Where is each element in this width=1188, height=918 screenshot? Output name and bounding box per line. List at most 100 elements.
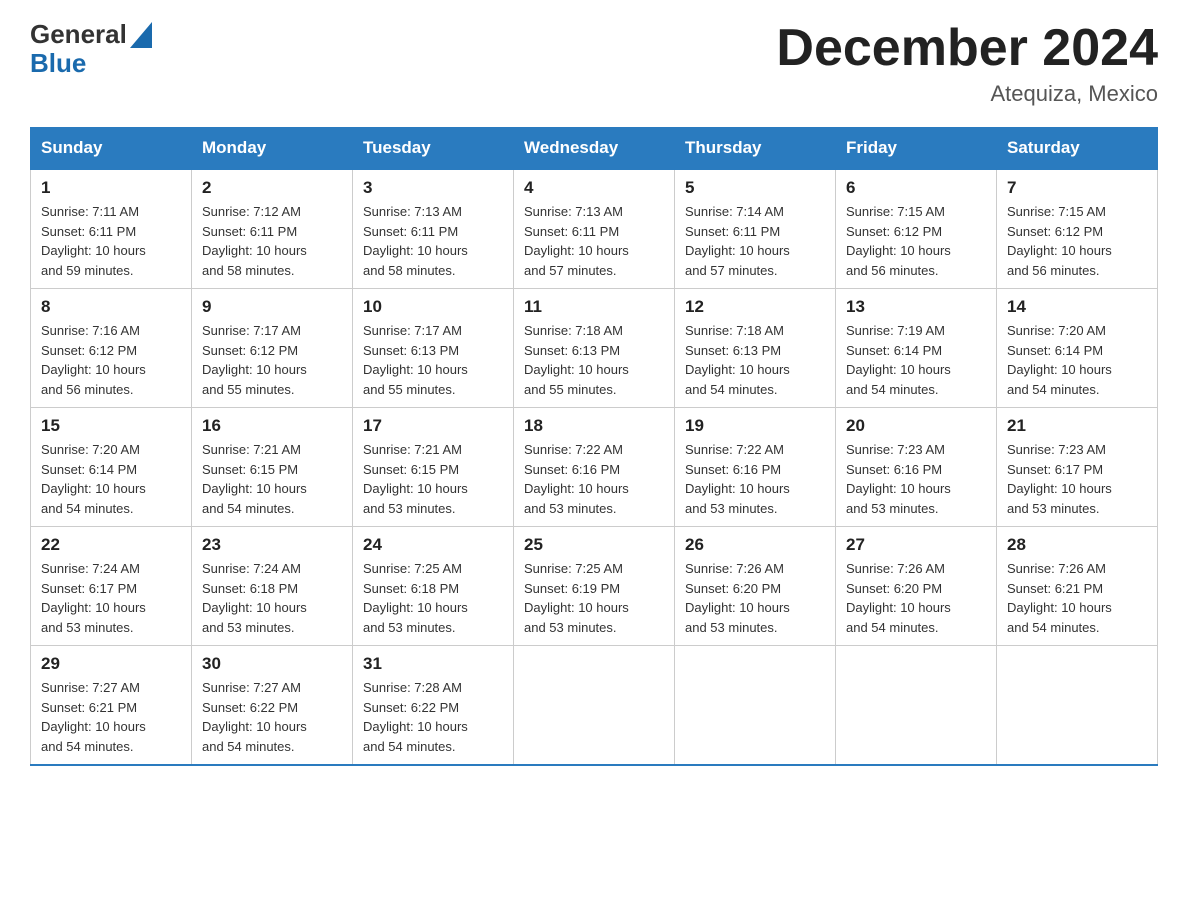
day-cell bbox=[997, 646, 1158, 766]
day-cell: 28 Sunrise: 7:26 AM Sunset: 6:21 PM Dayl… bbox=[997, 527, 1158, 646]
header-right: December 2024 Atequiza, Mexico bbox=[776, 20, 1158, 107]
day-info: Sunrise: 7:11 AM Sunset: 6:11 PM Dayligh… bbox=[41, 202, 181, 280]
header-cell-tuesday: Tuesday bbox=[353, 128, 514, 170]
day-cell: 22 Sunrise: 7:24 AM Sunset: 6:17 PM Dayl… bbox=[31, 527, 192, 646]
day-cell bbox=[514, 646, 675, 766]
day-info: Sunrise: 7:15 AM Sunset: 6:12 PM Dayligh… bbox=[1007, 202, 1147, 280]
logo-triangle-icon bbox=[130, 22, 152, 48]
location: Atequiza, Mexico bbox=[776, 81, 1158, 107]
header-row: SundayMondayTuesdayWednesdayThursdayFrid… bbox=[31, 128, 1158, 170]
day-info: Sunrise: 7:17 AM Sunset: 6:12 PM Dayligh… bbox=[202, 321, 342, 399]
day-number: 1 bbox=[41, 178, 181, 198]
day-info: Sunrise: 7:15 AM Sunset: 6:12 PM Dayligh… bbox=[846, 202, 986, 280]
day-number: 16 bbox=[202, 416, 342, 436]
day-info: Sunrise: 7:27 AM Sunset: 6:22 PM Dayligh… bbox=[202, 678, 342, 756]
day-cell: 18 Sunrise: 7:22 AM Sunset: 6:16 PM Dayl… bbox=[514, 408, 675, 527]
day-info: Sunrise: 7:17 AM Sunset: 6:13 PM Dayligh… bbox=[363, 321, 503, 399]
day-cell bbox=[836, 646, 997, 766]
day-info: Sunrise: 7:23 AM Sunset: 6:17 PM Dayligh… bbox=[1007, 440, 1147, 518]
header-cell-wednesday: Wednesday bbox=[514, 128, 675, 170]
day-number: 28 bbox=[1007, 535, 1147, 555]
day-info: Sunrise: 7:18 AM Sunset: 6:13 PM Dayligh… bbox=[685, 321, 825, 399]
day-number: 8 bbox=[41, 297, 181, 317]
day-number: 7 bbox=[1007, 178, 1147, 198]
day-cell: 31 Sunrise: 7:28 AM Sunset: 6:22 PM Dayl… bbox=[353, 646, 514, 766]
day-cell: 25 Sunrise: 7:25 AM Sunset: 6:19 PM Dayl… bbox=[514, 527, 675, 646]
day-info: Sunrise: 7:12 AM Sunset: 6:11 PM Dayligh… bbox=[202, 202, 342, 280]
logo-blue: Blue bbox=[30, 48, 86, 78]
day-info: Sunrise: 7:16 AM Sunset: 6:12 PM Dayligh… bbox=[41, 321, 181, 399]
day-cell: 2 Sunrise: 7:12 AM Sunset: 6:11 PM Dayli… bbox=[192, 169, 353, 289]
day-info: Sunrise: 7:13 AM Sunset: 6:11 PM Dayligh… bbox=[524, 202, 664, 280]
month-title: December 2024 bbox=[776, 20, 1158, 77]
day-info: Sunrise: 7:14 AM Sunset: 6:11 PM Dayligh… bbox=[685, 202, 825, 280]
day-info: Sunrise: 7:22 AM Sunset: 6:16 PM Dayligh… bbox=[524, 440, 664, 518]
header-cell-saturday: Saturday bbox=[997, 128, 1158, 170]
day-number: 25 bbox=[524, 535, 664, 555]
day-cell: 16 Sunrise: 7:21 AM Sunset: 6:15 PM Dayl… bbox=[192, 408, 353, 527]
day-cell: 15 Sunrise: 7:20 AM Sunset: 6:14 PM Dayl… bbox=[31, 408, 192, 527]
day-number: 3 bbox=[363, 178, 503, 198]
header-cell-thursday: Thursday bbox=[675, 128, 836, 170]
day-cell: 29 Sunrise: 7:27 AM Sunset: 6:21 PM Dayl… bbox=[31, 646, 192, 766]
day-info: Sunrise: 7:24 AM Sunset: 6:17 PM Dayligh… bbox=[41, 559, 181, 637]
day-cell: 9 Sunrise: 7:17 AM Sunset: 6:12 PM Dayli… bbox=[192, 289, 353, 408]
day-info: Sunrise: 7:21 AM Sunset: 6:15 PM Dayligh… bbox=[202, 440, 342, 518]
day-info: Sunrise: 7:27 AM Sunset: 6:21 PM Dayligh… bbox=[41, 678, 181, 756]
week-row-2: 8 Sunrise: 7:16 AM Sunset: 6:12 PM Dayli… bbox=[31, 289, 1158, 408]
day-number: 12 bbox=[685, 297, 825, 317]
day-info: Sunrise: 7:28 AM Sunset: 6:22 PM Dayligh… bbox=[363, 678, 503, 756]
day-info: Sunrise: 7:13 AM Sunset: 6:11 PM Dayligh… bbox=[363, 202, 503, 280]
day-info: Sunrise: 7:26 AM Sunset: 6:20 PM Dayligh… bbox=[846, 559, 986, 637]
day-number: 27 bbox=[846, 535, 986, 555]
day-number: 17 bbox=[363, 416, 503, 436]
day-number: 13 bbox=[846, 297, 986, 317]
week-row-5: 29 Sunrise: 7:27 AM Sunset: 6:21 PM Dayl… bbox=[31, 646, 1158, 766]
day-info: Sunrise: 7:21 AM Sunset: 6:15 PM Dayligh… bbox=[363, 440, 503, 518]
day-info: Sunrise: 7:24 AM Sunset: 6:18 PM Dayligh… bbox=[202, 559, 342, 637]
day-info: Sunrise: 7:20 AM Sunset: 6:14 PM Dayligh… bbox=[1007, 321, 1147, 399]
day-cell: 21 Sunrise: 7:23 AM Sunset: 6:17 PM Dayl… bbox=[997, 408, 1158, 527]
day-info: Sunrise: 7:19 AM Sunset: 6:14 PM Dayligh… bbox=[846, 321, 986, 399]
day-cell: 8 Sunrise: 7:16 AM Sunset: 6:12 PM Dayli… bbox=[31, 289, 192, 408]
day-number: 15 bbox=[41, 416, 181, 436]
day-cell: 19 Sunrise: 7:22 AM Sunset: 6:16 PM Dayl… bbox=[675, 408, 836, 527]
week-row-3: 15 Sunrise: 7:20 AM Sunset: 6:14 PM Dayl… bbox=[31, 408, 1158, 527]
day-cell: 17 Sunrise: 7:21 AM Sunset: 6:15 PM Dayl… bbox=[353, 408, 514, 527]
calendar-header: SundayMondayTuesdayWednesdayThursdayFrid… bbox=[31, 128, 1158, 170]
header-cell-sunday: Sunday bbox=[31, 128, 192, 170]
day-number: 4 bbox=[524, 178, 664, 198]
day-number: 5 bbox=[685, 178, 825, 198]
day-cell: 1 Sunrise: 7:11 AM Sunset: 6:11 PM Dayli… bbox=[31, 169, 192, 289]
day-number: 23 bbox=[202, 535, 342, 555]
day-info: Sunrise: 7:25 AM Sunset: 6:19 PM Dayligh… bbox=[524, 559, 664, 637]
day-number: 9 bbox=[202, 297, 342, 317]
day-cell: 13 Sunrise: 7:19 AM Sunset: 6:14 PM Dayl… bbox=[836, 289, 997, 408]
day-number: 14 bbox=[1007, 297, 1147, 317]
day-number: 20 bbox=[846, 416, 986, 436]
day-info: Sunrise: 7:26 AM Sunset: 6:21 PM Dayligh… bbox=[1007, 559, 1147, 637]
day-cell: 27 Sunrise: 7:26 AM Sunset: 6:20 PM Dayl… bbox=[836, 527, 997, 646]
day-cell: 14 Sunrise: 7:20 AM Sunset: 6:14 PM Dayl… bbox=[997, 289, 1158, 408]
day-cell bbox=[675, 646, 836, 766]
day-number: 29 bbox=[41, 654, 181, 674]
day-info: Sunrise: 7:20 AM Sunset: 6:14 PM Dayligh… bbox=[41, 440, 181, 518]
day-cell: 24 Sunrise: 7:25 AM Sunset: 6:18 PM Dayl… bbox=[353, 527, 514, 646]
page-header: General Blue December 2024 Atequiza, Mex… bbox=[30, 20, 1158, 107]
day-cell: 6 Sunrise: 7:15 AM Sunset: 6:12 PM Dayli… bbox=[836, 169, 997, 289]
week-row-4: 22 Sunrise: 7:24 AM Sunset: 6:17 PM Dayl… bbox=[31, 527, 1158, 646]
day-cell: 4 Sunrise: 7:13 AM Sunset: 6:11 PM Dayli… bbox=[514, 169, 675, 289]
header-cell-monday: Monday bbox=[192, 128, 353, 170]
day-cell: 11 Sunrise: 7:18 AM Sunset: 6:13 PM Dayl… bbox=[514, 289, 675, 408]
calendar-table: SundayMondayTuesdayWednesdayThursdayFrid… bbox=[30, 127, 1158, 766]
day-cell: 20 Sunrise: 7:23 AM Sunset: 6:16 PM Dayl… bbox=[836, 408, 997, 527]
day-number: 22 bbox=[41, 535, 181, 555]
logo: General Blue bbox=[30, 20, 152, 77]
day-cell: 23 Sunrise: 7:24 AM Sunset: 6:18 PM Dayl… bbox=[192, 527, 353, 646]
day-info: Sunrise: 7:18 AM Sunset: 6:13 PM Dayligh… bbox=[524, 321, 664, 399]
day-info: Sunrise: 7:26 AM Sunset: 6:20 PM Dayligh… bbox=[685, 559, 825, 637]
day-cell: 26 Sunrise: 7:26 AM Sunset: 6:20 PM Dayl… bbox=[675, 527, 836, 646]
day-info: Sunrise: 7:22 AM Sunset: 6:16 PM Dayligh… bbox=[685, 440, 825, 518]
day-cell: 7 Sunrise: 7:15 AM Sunset: 6:12 PM Dayli… bbox=[997, 169, 1158, 289]
day-number: 19 bbox=[685, 416, 825, 436]
